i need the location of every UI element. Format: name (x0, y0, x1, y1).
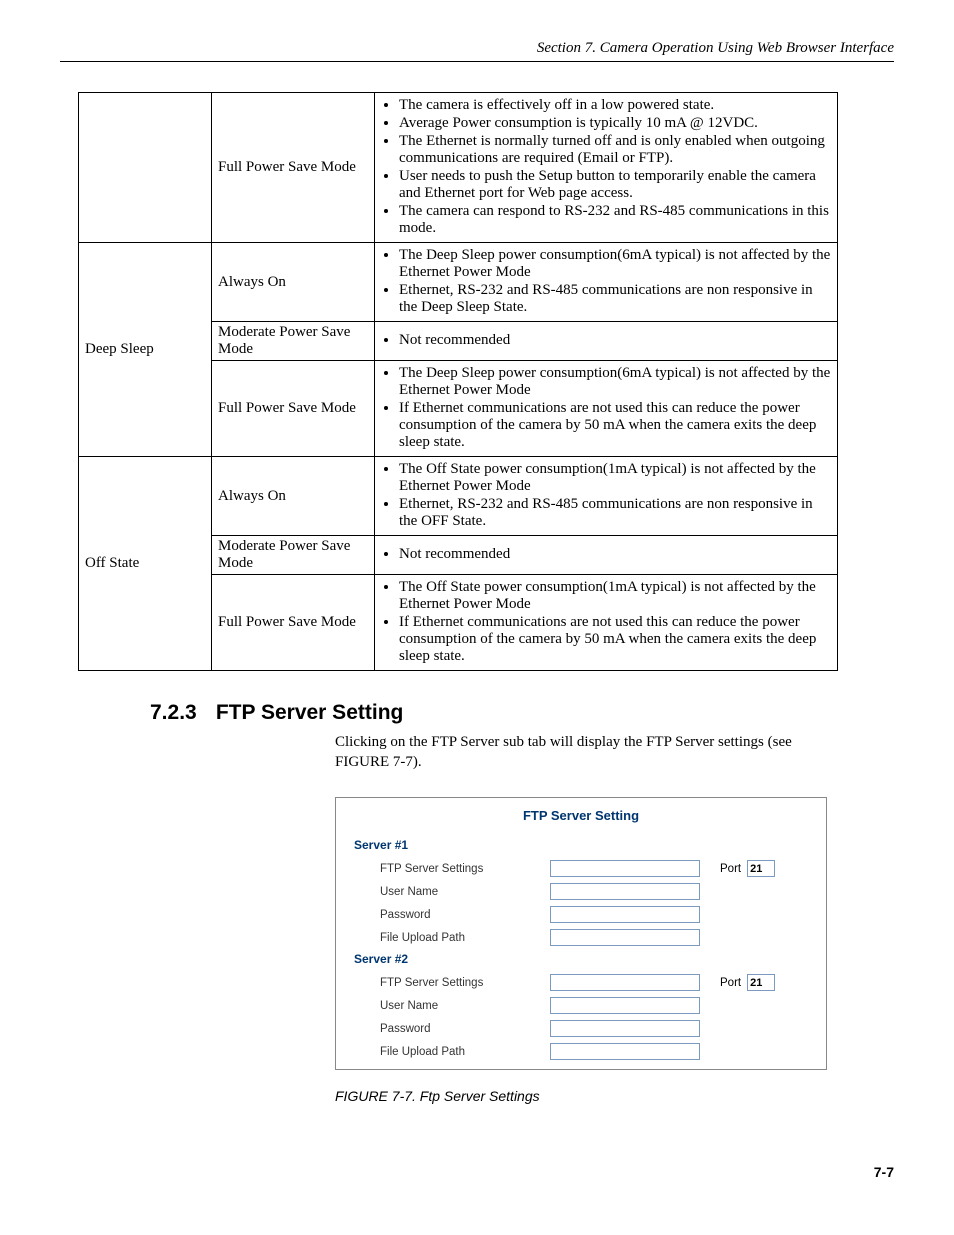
ftp-panel: FTP Server Setting Server #1FTP Server S… (335, 797, 827, 1070)
page-header: Section 7. Camera Operation Using Web Br… (60, 40, 894, 62)
ftp-upload-path-input[interactable] (550, 929, 700, 946)
field-row: File Upload Path (336, 926, 826, 949)
field-row: FTP Server Settings Port (336, 971, 826, 994)
mode-cell: Always On (212, 457, 375, 536)
port-input[interactable] (747, 974, 775, 991)
desc-cell: Not recommended (375, 322, 838, 361)
mode-cell: Full Power Save Mode (212, 93, 375, 243)
desc-cell: The Off State power consumption(1mA typi… (375, 575, 838, 671)
field-label: Password (380, 1023, 550, 1035)
list-item: The Deep Sleep power consumption(6mA typ… (399, 247, 831, 282)
field-row: File Upload Path (336, 1040, 826, 1063)
list-item: Ethernet, RS-232 and RS-485 communicatio… (399, 496, 831, 531)
ftp-user-name-input[interactable] (550, 997, 700, 1014)
port-label: Port (720, 977, 741, 989)
table-row: Full Power Save Mode The camera is effect… (79, 93, 838, 243)
state-cell: Off State (79, 457, 212, 671)
power-modes-table: Full Power Save Mode The camera is effect… (78, 92, 838, 671)
list-item: Ethernet, RS-232 and RS-485 communicatio… (399, 282, 831, 317)
desc-cell: The Deep Sleep power consumption(6mA typ… (375, 243, 838, 322)
page-number: 7-7 (60, 1164, 894, 1180)
field-label: File Upload Path (380, 1046, 550, 1058)
table-row: Deep SleepAlways OnThe Deep Sleep power … (79, 243, 838, 322)
state-cell: Deep Sleep (79, 243, 212, 457)
desc-cell: The Deep Sleep power consumption(6mA typ… (375, 361, 838, 457)
section-title-text: FTP Server Setting (216, 701, 404, 724)
ftp-panel-title: FTP Server Setting (336, 798, 826, 835)
field-label: User Name (380, 1000, 550, 1012)
list-item: Not recommended (399, 332, 831, 350)
list-item: If Ethernet communications are not used … (399, 400, 831, 452)
list-item: The Ethernet is normally turned off and … (399, 133, 831, 168)
mode-cell: Always On (212, 243, 375, 322)
desc-cell: The camera is effectively off in a low p… (375, 93, 838, 243)
server-label: Server #2 (336, 949, 826, 971)
field-label: Password (380, 909, 550, 921)
port-input[interactable] (747, 860, 775, 877)
list-item: Average Power consumption is typically 1… (399, 115, 831, 133)
list-item: The Off State power consumption(1mA typi… (399, 579, 831, 614)
list-item: The camera can respond to RS-232 and RS-… (399, 203, 831, 238)
field-row: User Name (336, 880, 826, 903)
mode-cell: Moderate Power Save Mode (212, 536, 375, 575)
list-item: The Deep Sleep power consumption(6mA typ… (399, 365, 831, 400)
field-label: File Upload Path (380, 932, 550, 944)
state-cell (79, 93, 212, 243)
field-row: User Name (336, 994, 826, 1017)
list-item: Not recommended (399, 546, 831, 564)
figure-caption: FIGURE 7-7. Ftp Server Settings (335, 1088, 894, 1104)
field-row: Password (336, 903, 826, 926)
field-label: User Name (380, 886, 550, 898)
list-item: The Off State power consumption(1mA typi… (399, 461, 831, 496)
list-item: User needs to push the Setup button to t… (399, 168, 831, 203)
ftp-password-input[interactable] (550, 906, 700, 923)
ftp-upload-path-input[interactable] (550, 1043, 700, 1060)
ftp-server-settings-input[interactable] (550, 974, 700, 991)
mode-cell: Moderate Power Save Mode (212, 322, 375, 361)
section-number: 7.2.3 (150, 701, 210, 725)
mode-cell: Full Power Save Mode (212, 361, 375, 457)
list-item: The camera is effectively off in a low p… (399, 97, 831, 115)
port-label: Port (720, 863, 741, 875)
field-label: FTP Server Settings (380, 977, 550, 989)
field-row: Password (336, 1017, 826, 1040)
ftp-server-settings-input[interactable] (550, 860, 700, 877)
server-label: Server #1 (336, 835, 826, 857)
field-row: FTP Server Settings Port (336, 857, 826, 880)
ftp-password-input[interactable] (550, 1020, 700, 1037)
list-item: If Ethernet communications are not used … (399, 614, 831, 666)
table-row: Off StateAlways OnThe Off State power co… (79, 457, 838, 536)
section-intro: Clicking on the FTP Server sub tab will … (335, 733, 825, 772)
mode-cell: Full Power Save Mode (212, 575, 375, 671)
field-label: FTP Server Settings (380, 863, 550, 875)
desc-cell: The Off State power consumption(1mA typi… (375, 457, 838, 536)
ftp-user-name-input[interactable] (550, 883, 700, 900)
section-heading: 7.2.3 FTP Server Setting (150, 701, 894, 725)
desc-cell: Not recommended (375, 536, 838, 575)
